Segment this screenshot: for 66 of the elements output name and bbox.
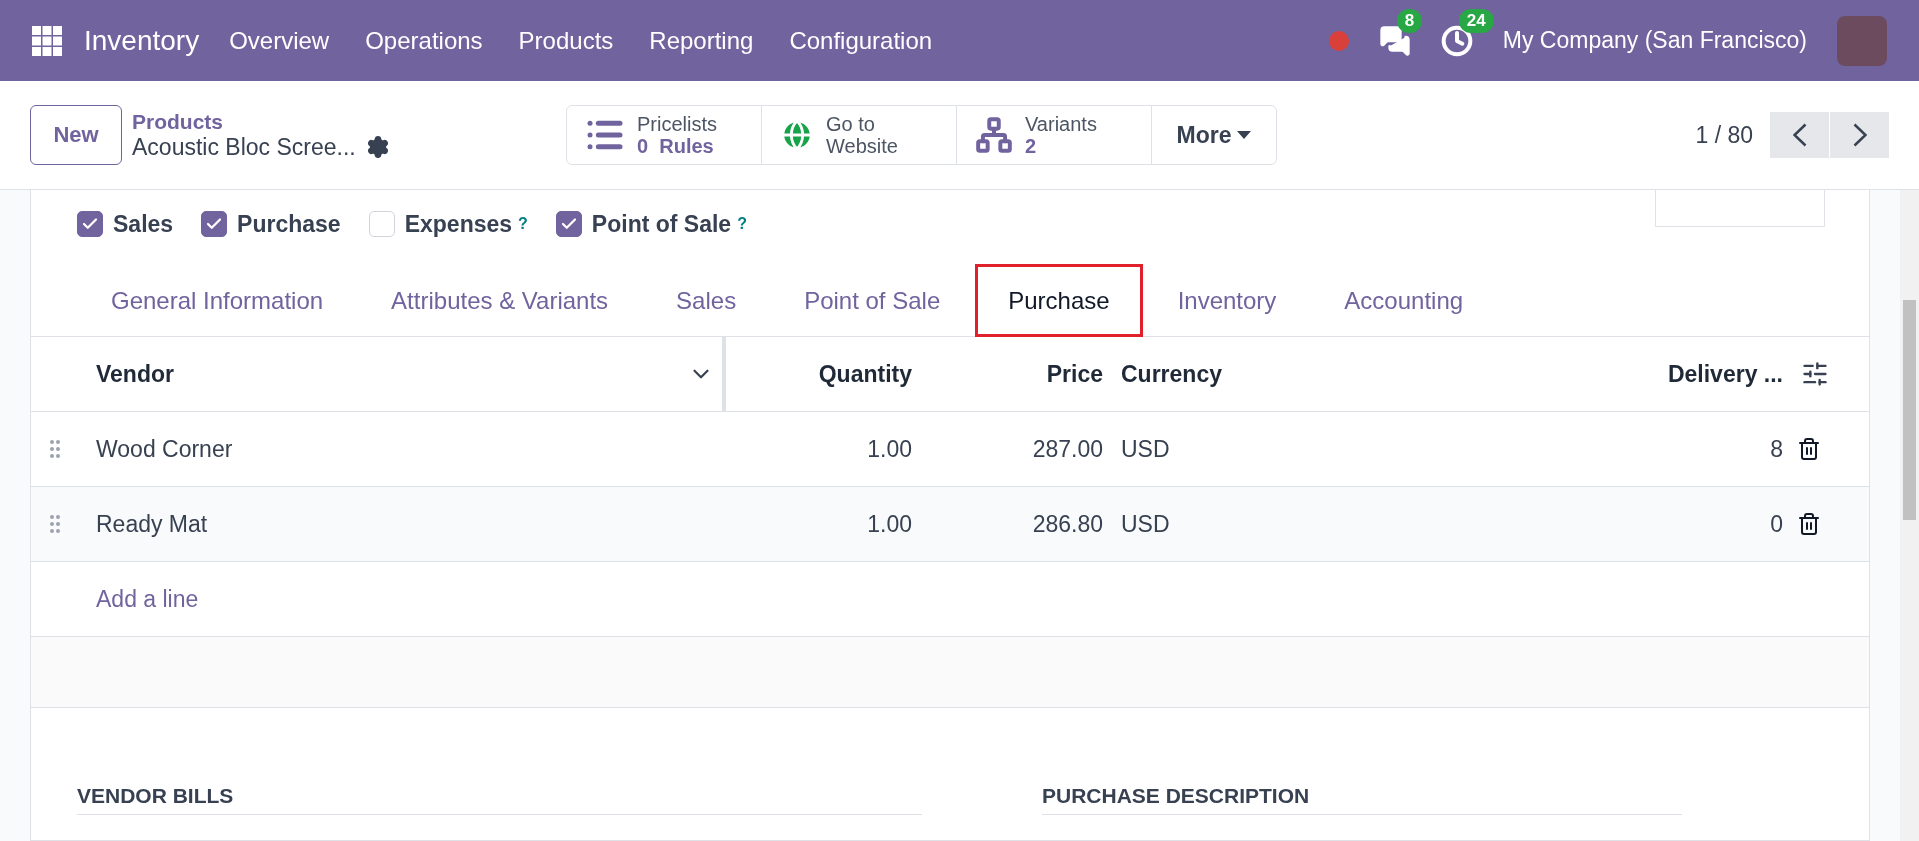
table-cell-text: 287.00 xyxy=(1031,435,1103,463)
column-header[interactable]: Price xyxy=(912,360,1103,388)
menu-item[interactable]: Overview xyxy=(229,26,330,55)
breadcrumb-link[interactable]: Products xyxy=(132,109,452,134)
hierarchy-icon xyxy=(975,116,1013,154)
smart-button[interactable]: Pricelists 0 Rules xyxy=(566,105,762,165)
add-line-link[interactable]: Add a line xyxy=(96,585,726,613)
checkbox[interactable] xyxy=(555,211,582,237)
tab[interactable]: Inventory xyxy=(1144,264,1310,337)
clock-icon[interactable] xyxy=(1440,24,1473,57)
new-button[interactable]: New xyxy=(30,105,122,165)
checkbox-label: Expenses xyxy=(404,210,513,238)
next-button[interactable] xyxy=(1830,112,1889,158)
menu-item[interactable]: Reporting xyxy=(649,26,754,55)
scrollbar[interactable] xyxy=(1900,190,1919,841)
column-header[interactable]: Vendor xyxy=(96,360,192,388)
tab[interactable]: Sales xyxy=(643,264,770,337)
trash-icon[interactable] xyxy=(1797,512,1821,536)
more-button[interactable]: More xyxy=(1151,105,1277,165)
table-cell-text: 286.80 xyxy=(1031,510,1103,538)
chevron-right-icon xyxy=(1852,123,1867,147)
table-cell-text: USD xyxy=(1120,510,1171,538)
smart-button[interactable]: Go to Website xyxy=(761,105,957,165)
pager-text: 1 / 80 xyxy=(1695,121,1753,149)
tab[interactable]: Purchase xyxy=(975,264,1143,337)
settings-sliders-icon[interactable] xyxy=(1801,360,1829,388)
messages-badge: 8 xyxy=(1396,8,1423,33)
help-mark[interactable]: ? xyxy=(737,215,747,233)
section-title: VENDOR BILLS xyxy=(77,784,922,815)
menu-item[interactable]: Configuration xyxy=(789,26,933,55)
caret-icon xyxy=(1237,131,1252,139)
section-title: PURCHASE DESCRIPTION xyxy=(1042,784,1682,815)
settings-icon[interactable] xyxy=(365,135,390,159)
table-cell-text: 0 xyxy=(1769,510,1783,538)
checkbox[interactable] xyxy=(201,211,228,237)
app-name[interactable]: Inventory xyxy=(84,24,200,57)
status-dot-icon[interactable] xyxy=(1328,30,1349,51)
table-cell-text: 8 xyxy=(1769,435,1783,463)
table-cell-text: 1.00 xyxy=(866,435,912,463)
table-cell-text: 1.00 xyxy=(866,510,912,538)
table-cell-text: Ready Mat xyxy=(96,510,209,538)
activities-badge: 24 xyxy=(1458,8,1494,33)
tab[interactable]: General Information xyxy=(78,264,357,337)
table-cell-text: USD xyxy=(1120,435,1171,463)
column-header[interactable]: Currency xyxy=(1103,360,1523,388)
company-name[interactable]: My Company (San Francisco) xyxy=(1502,27,1807,54)
column-header[interactable]: Delivery ... xyxy=(1523,360,1783,388)
checkbox-label: Purchase xyxy=(237,210,341,238)
checkbox-label: Sales xyxy=(113,210,174,238)
checkbox[interactable] xyxy=(77,211,103,237)
help-mark[interactable]: ? xyxy=(518,215,528,233)
smart-button[interactable]: Variants 2 xyxy=(956,105,1152,165)
trash-icon[interactable] xyxy=(1797,437,1821,461)
tab[interactable]: Attributes & Variants xyxy=(358,264,642,337)
tab[interactable]: Point of Sale xyxy=(771,264,974,337)
app-grid-icon[interactable] xyxy=(32,25,62,56)
chevron-left-icon xyxy=(1792,123,1807,147)
table-cell-text: Wood Corner xyxy=(96,435,234,463)
menu-item[interactable]: Operations xyxy=(365,26,483,55)
record-name: Acoustic Bloc Scree... xyxy=(132,133,356,161)
column-header[interactable]: Quantity xyxy=(726,360,912,388)
tab[interactable]: Accounting xyxy=(1311,264,1497,337)
checkbox-label: Point of Sale xyxy=(591,210,732,238)
chat-icon[interactable] xyxy=(1378,24,1411,57)
menu-item[interactable]: Products xyxy=(518,26,614,55)
previous-button[interactable] xyxy=(1770,112,1829,158)
